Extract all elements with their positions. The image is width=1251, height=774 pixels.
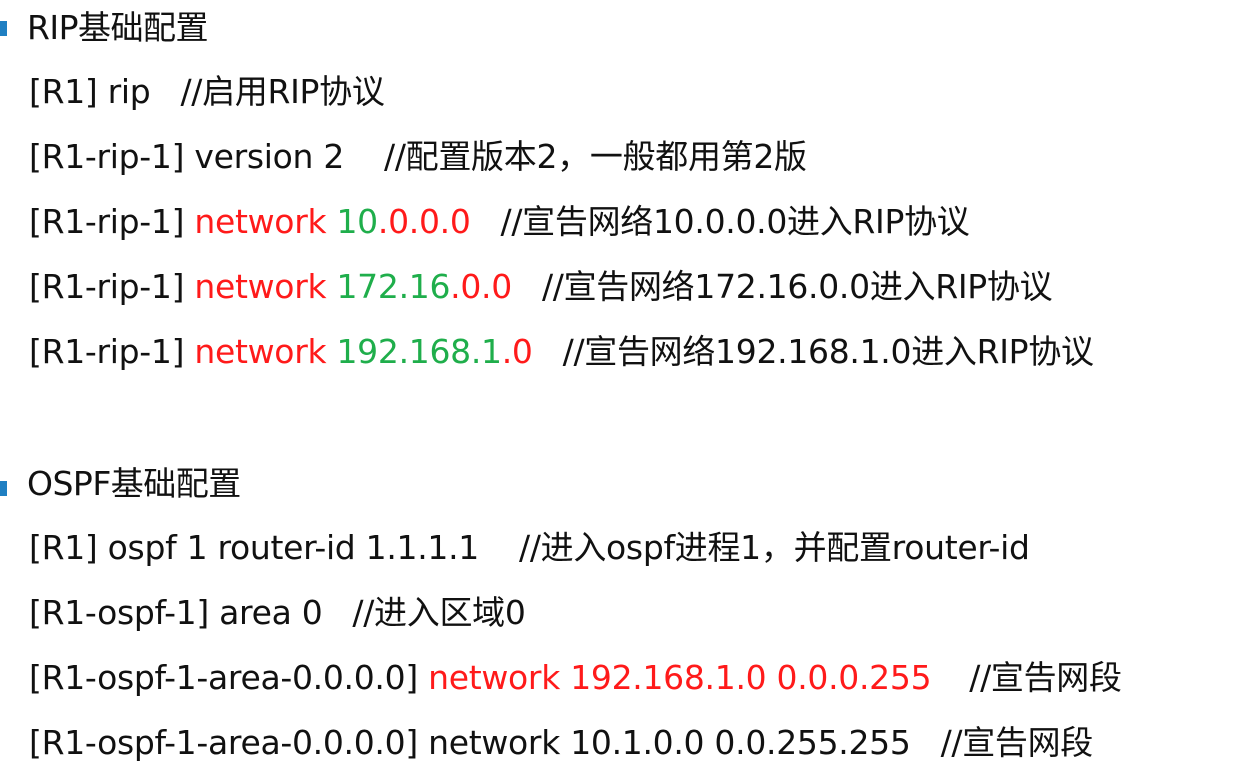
ospf-line-3-prompt: [R1-ospf-1-area-0.0.0.0] [29, 658, 429, 697]
rip-bullet-icon [0, 21, 7, 36]
ospf-line-3: [R1-ospf-1-area-0.0.0.0] network 192.168… [29, 656, 1122, 700]
rip-line-3-address-green: 10 [336, 202, 378, 241]
rip-line-1-comment: //启用RIP协议 [180, 72, 385, 111]
rip-line-5-keyword: network [194, 332, 327, 371]
rip-line-4-address-green: 172.16 [336, 267, 451, 306]
rip-line-4: [R1-rip-1] network 172.16.0.0 //宣告网络172.1… [29, 265, 1053, 309]
rip-line-3-prompt: [R1-rip-1] [29, 202, 195, 241]
rip-line-3-comment: //宣告网络10.0.0.0进入RIP协议 [500, 202, 970, 241]
ospf-line-1-command: [R1] ospf 1 router-id 1.1.1.1 [29, 528, 479, 567]
rip-line-2: [R1-rip-1] version 2 //配置版本2，一般都用第2版 [29, 135, 807, 179]
ospf-line-2-command: [R1-ospf-1] area 0 [29, 593, 323, 632]
rip-line-5-address-green: 192.168.1 [336, 332, 502, 371]
rip-line-4-comment: //宣告网络172.16.0.0进入RIP协议 [541, 267, 1053, 306]
rip-line-3-address-red: .0.0.0 [377, 202, 471, 241]
rip-heading: RIP基础配置 [27, 8, 209, 47]
rip-line-4-address-red: .0.0 [450, 267, 512, 306]
ospf-line-1: [R1] ospf 1 router-id 1.1.1.1 //进入ospf进程1… [29, 526, 1030, 570]
rip-line-2-command: [R1-rip-1] version 2 [29, 137, 345, 176]
rip-line-3: [R1-rip-1] network 10.0.0.0 //宣告网络10.0.0.… [29, 200, 970, 244]
rip-line-1-command: [R1] rip [29, 72, 151, 111]
rip-line-5-prompt: [R1-rip-1] [29, 332, 195, 371]
ospf-bullet-icon [0, 481, 7, 496]
rip-line-3-keyword: network [194, 202, 327, 241]
ospf-line-2-comment: //进入区域0 [352, 593, 526, 632]
ospf-heading: OSPF基础配置 [27, 464, 241, 503]
ospf-line-1-comment: //进入ospf进程1，并配置router-id [519, 528, 1030, 567]
rip-line-2-comment: //配置版本2，一般都用第2版 [384, 137, 807, 176]
rip-line-4-keyword: network [194, 267, 327, 306]
ospf-line-3-comment: //宣告网段 [969, 658, 1122, 697]
ospf-line-4: [R1-ospf-1-area-0.0.0.0] network 10.1.0.… [29, 721, 1093, 765]
ospf-line-4-comment: //宣告网段 [940, 723, 1094, 762]
ospf-line-2: [R1-ospf-1] area 0 //进入区域0 [29, 591, 526, 635]
ospf-line-4-command: [R1-ospf-1-area-0.0.0.0] network 10.1.0.… [29, 723, 911, 762]
rip-line-5: [R1-rip-1] network 192.168.1.0 //宣告网络192.… [29, 330, 1094, 374]
rip-line-1: [R1] rip //启用RIP协议 [29, 70, 385, 114]
rip-line-5-address-red: .0 [501, 332, 533, 371]
rip-line-5-comment: //宣告网络192.168.1.0进入RIP协议 [562, 332, 1094, 371]
rip-line-4-prompt: [R1-rip-1] [29, 267, 195, 306]
ospf-line-3-network-statement: network 192.168.1.0 0.0.0.255 [428, 658, 932, 697]
